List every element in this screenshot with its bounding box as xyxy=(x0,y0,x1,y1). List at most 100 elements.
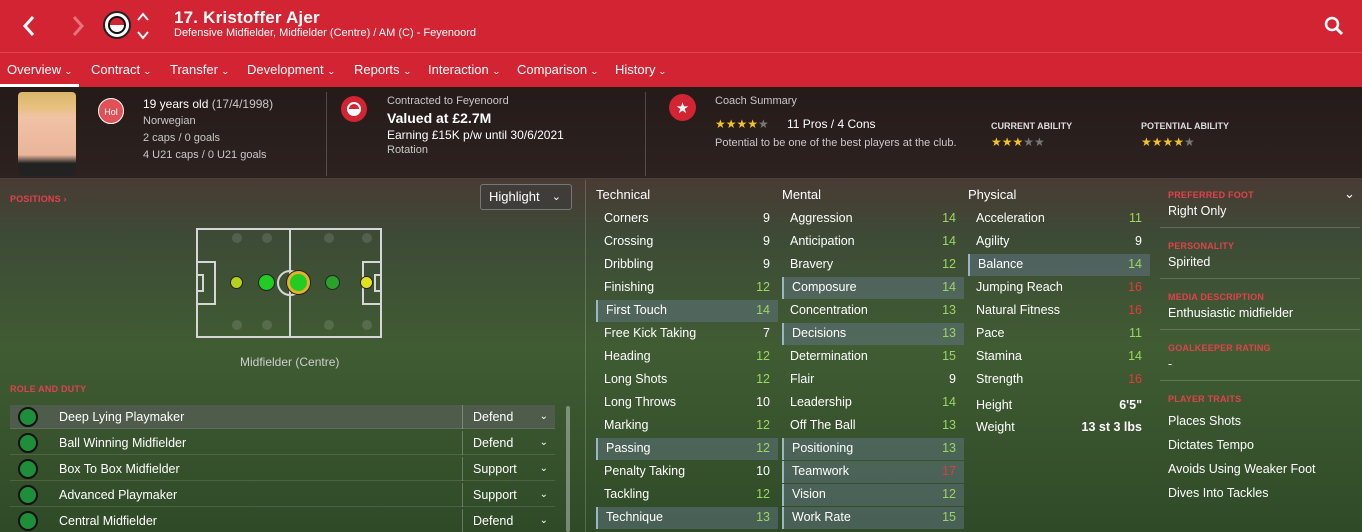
attribute-row[interactable]: Free Kick Taking 7 xyxy=(596,323,778,345)
duty-dropdown[interactable]: Defend ⌄ xyxy=(462,509,558,532)
attribute-row[interactable]: Flair 9 xyxy=(782,369,964,391)
chevron-down-icon: ⌄ xyxy=(402,67,412,76)
mental-header: Mental xyxy=(782,187,822,202)
player-switch-arrows[interactable] xyxy=(136,10,150,40)
attribute-row[interactable]: Natural Fitness 16 xyxy=(968,300,1150,322)
attribute-name: Aggression xyxy=(790,211,853,225)
role-row[interactable]: Advanced Playmaker Support ⌄ xyxy=(10,483,555,507)
attribute-row[interactable]: Jumping Reach 16 xyxy=(968,277,1150,299)
divider xyxy=(645,92,646,176)
duty-value: Defend xyxy=(473,410,514,424)
tab-contract[interactable]: Contract ⌄ xyxy=(84,53,158,87)
chevron-down-icon: ⌄ xyxy=(326,67,336,76)
attribute-row[interactable]: Bravery 12 xyxy=(782,254,964,276)
forward-button[interactable] xyxy=(58,8,98,44)
attribute-row[interactable]: Marking 12 xyxy=(596,415,778,437)
attribute-row[interactable]: Determination 15 xyxy=(782,346,964,368)
attribute-row[interactable]: Decisions 13 xyxy=(782,323,964,345)
media-description-label: MEDIA DESCRIPTION xyxy=(1168,292,1265,302)
attribute-row[interactable]: Tackling 12 xyxy=(596,484,778,506)
coach-rating-stars: ★★★★★ xyxy=(715,117,769,131)
club-crest-icon[interactable] xyxy=(103,11,131,39)
attribute-row[interactable]: Leadership 14 xyxy=(782,392,964,414)
attribute-row[interactable]: Teamwork 17 xyxy=(782,461,964,483)
highlight-dropdown[interactable]: Highlight ⌄ xyxy=(480,184,572,210)
role-row[interactable]: Central Midfielder Defend ⌄ xyxy=(10,509,555,532)
chevron-down-icon[interactable]: ⌄ xyxy=(1344,186,1355,202)
attribute-row[interactable]: Composure 14 xyxy=(782,277,964,299)
attribute-value: 10 xyxy=(756,464,770,478)
duty-dropdown[interactable]: Support ⌄ xyxy=(462,483,558,507)
back-button[interactable] xyxy=(9,8,49,44)
chevron-down-icon[interactable] xyxy=(136,29,150,41)
role-row[interactable]: Deep Lying Playmaker Defend ⌄ xyxy=(10,405,555,429)
attribute-row[interactable]: Aggression 14 xyxy=(782,208,964,230)
duty-value: Defend xyxy=(473,436,514,450)
tab-overview[interactable]: Overview ⌄ xyxy=(0,53,79,87)
role-row[interactable]: Ball Winning Midfielder Defend ⌄ xyxy=(10,431,555,455)
attribute-row[interactable]: Passing 12 xyxy=(596,438,778,460)
attribute-row[interactable]: Long Throws 10 xyxy=(596,392,778,414)
tab-transfer[interactable]: Transfer ⌄ xyxy=(163,53,236,87)
attribute-value: 14 xyxy=(942,234,956,248)
attribute-row[interactable]: Strength 16 xyxy=(968,369,1150,391)
role-row[interactable]: Box To Box Midfielder Support ⌄ xyxy=(10,457,555,481)
tab-comparison[interactable]: Comparison ⌄ xyxy=(510,53,605,87)
tab-development[interactable]: Development ⌄ xyxy=(240,53,341,87)
roles-scrollbar[interactable] xyxy=(566,406,570,532)
attribute-row[interactable]: Balance 14 xyxy=(968,254,1150,276)
attribute-row[interactable]: Concentration 13 xyxy=(782,300,964,322)
attribute-row[interactable]: Acceleration 11 xyxy=(968,208,1150,230)
attribute-value: 13 xyxy=(942,441,956,455)
attribute-row[interactable]: Vision 12 xyxy=(782,484,964,506)
duty-dropdown[interactable]: Support ⌄ xyxy=(462,457,558,481)
attribute-value: 14 xyxy=(1128,257,1142,271)
tab-label: Reports xyxy=(354,62,400,77)
role-name: Ball Winning Midfielder xyxy=(59,436,187,450)
attribute-row[interactable]: Anticipation 14 xyxy=(782,231,964,253)
coach-note: Potential to be one of the best players … xyxy=(715,137,957,149)
position-dot-am[interactable] xyxy=(325,275,340,290)
player-value[interactable]: Valued at £2.7M xyxy=(387,110,491,126)
attribute-name: Positioning xyxy=(792,441,854,455)
attribute-row[interactable]: Corners 9 xyxy=(596,208,778,230)
positions-link[interactable]: POSITIONS › xyxy=(10,194,67,204)
attribute-row[interactable]: Off The Ball 13 xyxy=(782,415,964,437)
tab-history[interactable]: History ⌄ xyxy=(608,53,673,87)
current-ability-stars: ★★★★★ xyxy=(991,135,1045,149)
attribute-row[interactable]: Technique 13 xyxy=(596,507,778,529)
attribute-row[interactable]: Heading 12 xyxy=(596,346,778,368)
goalkeeper-rating-value: - xyxy=(1168,357,1173,371)
position-dot-mc-selected[interactable] xyxy=(287,271,310,294)
attribute-row[interactable]: Finishing 12 xyxy=(596,277,778,299)
search-button[interactable] xyxy=(1314,8,1354,44)
attribute-row[interactable]: Agility 9 xyxy=(968,231,1150,253)
attribute-name: Teamwork xyxy=(792,464,849,478)
attribute-row[interactable]: Dribbling 9 xyxy=(596,254,778,276)
tab-interaction[interactable]: Interaction ⌄ xyxy=(421,53,506,87)
position-dot-dm[interactable] xyxy=(258,274,275,291)
attribute-row[interactable]: Stamina 14 xyxy=(968,346,1150,368)
personality-value: Spirited xyxy=(1168,255,1211,269)
attribute-value: 12 xyxy=(756,349,770,363)
divider xyxy=(1160,380,1360,381)
attribute-value: 13 xyxy=(756,510,770,524)
attribute-row[interactable]: Work Rate 15 xyxy=(782,507,964,529)
attribute-row[interactable]: Pace 11 xyxy=(968,323,1150,345)
pros-cons[interactable]: 11 Pros / 4 Cons xyxy=(787,117,876,131)
attribute-row[interactable]: Crossing 9 xyxy=(596,231,778,253)
duty-dropdown[interactable]: Defend ⌄ xyxy=(462,431,558,455)
preferred-foot-value: Right Only xyxy=(1168,204,1227,218)
attribute-row[interactable]: Long Shots 12 xyxy=(596,369,778,391)
chevron-up-icon[interactable] xyxy=(136,11,150,23)
position-dot-dm-left[interactable] xyxy=(230,276,243,289)
position-spot xyxy=(362,233,372,243)
position-dot-st[interactable] xyxy=(360,276,373,289)
chevron-down-icon: ⌄ xyxy=(590,67,599,76)
duty-dropdown[interactable]: Defend ⌄ xyxy=(462,405,558,429)
attribute-row[interactable]: First Touch 14 xyxy=(596,300,778,322)
tab-reports[interactable]: Reports ⌄ xyxy=(347,53,417,87)
tab-label: Transfer xyxy=(170,62,218,77)
attribute-row[interactable]: Penalty Taking 10 xyxy=(596,461,778,483)
attribute-row[interactable]: Positioning 13 xyxy=(782,438,964,460)
